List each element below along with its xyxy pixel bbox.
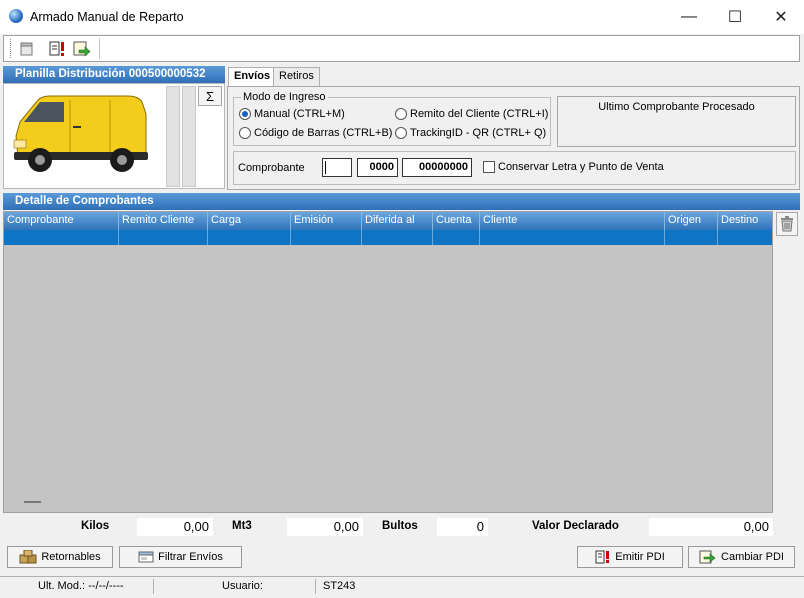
- emitir-pdi-button[interactable]: Emitir PDI: [577, 546, 683, 568]
- close-button[interactable]: ✕: [758, 0, 804, 34]
- planilla-scroll-left[interactable]: [166, 86, 180, 187]
- punto-venta-input[interactable]: 0000: [357, 158, 398, 177]
- delete-button[interactable]: [776, 212, 798, 236]
- radio-tracking-qr[interactable]: TrackingID - QR (CTRL+ Q): [395, 127, 546, 139]
- tab-envios[interactable]: Envíos: [228, 67, 277, 87]
- bultos-value: 0: [437, 518, 488, 536]
- detalle-header: Detalle de Comprobantes: [3, 193, 800, 210]
- table-cell: [362, 230, 433, 245]
- cambiar-pdi-button[interactable]: Cambiar PDI: [688, 546, 795, 568]
- ultimo-comprobante-box: Ultimo Comprobante Procesado: [557, 96, 796, 147]
- horizontal-scroll-thumb[interactable]: [24, 501, 41, 503]
- radio-icon: [395, 108, 407, 120]
- radio-codigo-label: Código de Barras (CTRL+B): [254, 127, 393, 139]
- comprobantes-grid[interactable]: Comprobante Remito Cliente Carga Emisión…: [3, 211, 773, 513]
- retornables-label: Retornables: [41, 551, 101, 563]
- col-destino[interactable]: Destino: [718, 212, 772, 230]
- ult-mod-status: Ult. Mod.: --/--/----: [38, 580, 124, 592]
- export-arrow-icon[interactable]: [72, 39, 92, 58]
- mt3-label: Mt3: [232, 520, 252, 532]
- col-remito-cliente[interactable]: Remito Cliente: [119, 212, 208, 230]
- table-cell: [480, 230, 665, 245]
- filter-window-icon: [138, 551, 154, 563]
- toolbar-separator: [99, 38, 100, 59]
- export-arrow-icon: [699, 550, 716, 564]
- status-divider: [315, 579, 316, 594]
- col-carga[interactable]: Carga: [208, 212, 291, 230]
- usuario-label: Usuario:: [222, 580, 263, 592]
- document-icon[interactable]: [17, 39, 37, 58]
- numero-input[interactable]: 00000000: [402, 158, 472, 177]
- table-cell: [433, 230, 480, 245]
- col-cliente[interactable]: Cliente: [480, 212, 665, 230]
- boxes-icon: [19, 550, 37, 564]
- kilos-label: Kilos: [81, 520, 110, 532]
- filtrar-envios-button[interactable]: Filtrar Envíos: [119, 546, 242, 568]
- van-image: [13, 95, 148, 172]
- filtrar-envios-label: Filtrar Envíos: [158, 551, 223, 563]
- grid-header-row: Comprobante Remito Cliente Carga Emisión…: [4, 212, 772, 230]
- document-alert-icon[interactable]: [48, 39, 68, 58]
- radio-remito-label: Remito del Cliente (CTRL+I): [410, 108, 549, 120]
- planilla-scroll-right[interactable]: [182, 86, 196, 187]
- radio-selected-icon: [239, 108, 251, 120]
- mt3-value: 0,00: [287, 518, 363, 536]
- emitir-pdi-label: Emitir PDI: [615, 551, 665, 563]
- col-emision[interactable]: Emisión: [291, 212, 362, 230]
- table-cell: [208, 230, 291, 245]
- maximize-button[interactable]: ☐: [712, 0, 758, 34]
- table-cell: [665, 230, 718, 245]
- minimize-button[interactable]: —: [666, 0, 712, 34]
- col-comprobante[interactable]: Comprobante: [4, 212, 119, 230]
- trash-icon: [781, 216, 793, 232]
- col-origen[interactable]: Origen: [665, 212, 718, 230]
- radio-manual-label: Manual (CTRL+M): [254, 108, 345, 120]
- bultos-label: Bultos: [382, 520, 418, 532]
- kilos-value: 0,00: [137, 518, 213, 536]
- cambiar-pdi-label: Cambiar PDI: [721, 551, 784, 563]
- col-cuenta[interactable]: Cuenta: [433, 212, 480, 230]
- radio-manual[interactable]: Manual (CTRL+M): [239, 108, 345, 120]
- tab-retiros[interactable]: Retiros: [273, 67, 320, 86]
- planilla-header: Planilla Distribución 000500000532: [3, 66, 225, 83]
- radio-icon: [239, 127, 251, 139]
- usuario-value: ST243: [323, 580, 356, 592]
- globe-icon: [9, 9, 23, 23]
- table-cell: [119, 230, 208, 245]
- sigma-button[interactable]: Σ: [198, 86, 222, 106]
- modo-ingreso-legend: Modo de Ingreso: [243, 91, 326, 103]
- toolbar: [3, 35, 800, 62]
- valor-declarado-value: 0,00: [649, 518, 773, 536]
- radio-remito-cliente[interactable]: Remito del Cliente (CTRL+I): [395, 108, 548, 120]
- table-cell: [291, 230, 362, 245]
- checkbox-icon: [483, 161, 495, 173]
- radio-codigo-barras[interactable]: Código de Barras (CTRL+B): [239, 127, 392, 139]
- table-cell: [4, 230, 119, 245]
- retornables-button[interactable]: Retornables: [7, 546, 113, 568]
- radio-icon: [395, 127, 407, 139]
- comprobante-letra-input[interactable]: [322, 158, 352, 177]
- col-diferida[interactable]: Diferida al: [362, 212, 433, 230]
- text-cursor: [325, 161, 326, 174]
- radio-tracking-label: TrackingID - QR (CTRL+ Q): [410, 127, 547, 139]
- conservar-checkbox[interactable]: Conservar Letra y Punto de Venta: [483, 161, 664, 173]
- table-row-selected[interactable]: [4, 230, 772, 245]
- window-title: Armado Manual de Reparto: [30, 10, 184, 24]
- status-divider: [153, 579, 154, 594]
- document-alert-icon: [595, 550, 610, 564]
- toolbar-grip[interactable]: [10, 39, 13, 58]
- valor-declarado-label: Valor Declarado: [532, 520, 619, 532]
- conservar-label: Conservar Letra y Punto de Venta: [498, 161, 664, 173]
- comprobante-label: Comprobante: [238, 162, 305, 174]
